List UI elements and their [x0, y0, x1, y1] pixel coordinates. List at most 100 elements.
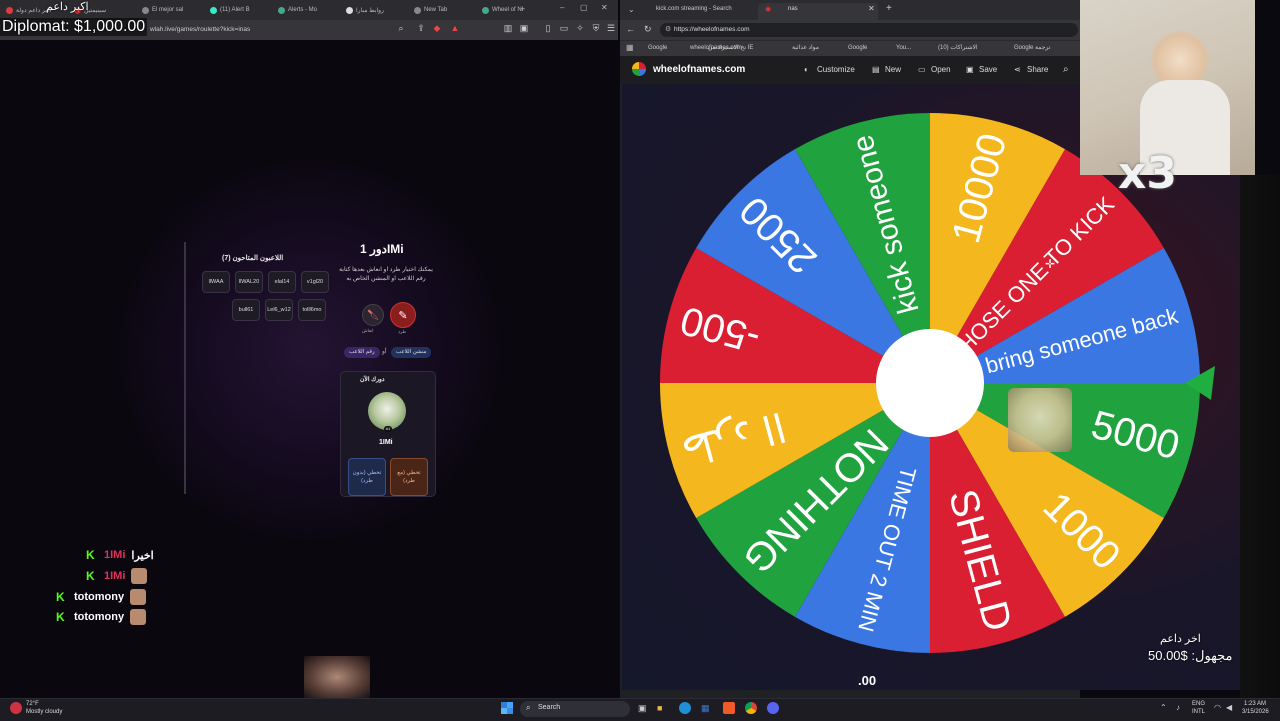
save-icon[interactable]: ▣ [966, 56, 974, 84]
back-icon[interactable]: ← [626, 24, 635, 34]
volume-icon[interactable]: ◀ [1226, 703, 1232, 712]
player-chip[interactable]: elal14 [268, 271, 296, 293]
new-tab-button[interactable]: + [520, 4, 525, 14]
bottom-amount: .00 [858, 673, 877, 688]
left-tab-2[interactable]: El mejor sal [136, 0, 204, 20]
right-tab-2[interactable] [758, 3, 878, 20]
player-number-pill[interactable]: رقم اللاعب [344, 347, 380, 358]
apps-icon[interactable]: ▦ [626, 43, 634, 52]
start-icon[interactable] [501, 702, 513, 714]
bookmark-item[interactable]: مواد غذائية [792, 40, 819, 56]
chat-username[interactable]: 1IMi [104, 549, 125, 561]
bookmark-item[interactable]: Google [648, 40, 667, 56]
taskbar-search-label: Search [538, 704, 561, 711]
store-icon[interactable]: ▦ [701, 703, 710, 714]
baby-sticker-overlay [1008, 388, 1072, 452]
tray-mic-icon[interactable]: ♪ [1176, 703, 1180, 712]
open-button[interactable]: Open [931, 56, 951, 84]
right-tab-2-icon: ◉ [765, 6, 772, 13]
last-donation-title: اخر داعم [1160, 633, 1201, 645]
customize-icon[interactable]: ◐ [804, 56, 809, 84]
chat-username[interactable]: totomony [74, 611, 124, 623]
menu-icon[interactable]: ☰ [606, 23, 616, 33]
right-new-tab-button[interactable]: + [886, 3, 892, 14]
tray-chevron-icon[interactable]: ⌃ [1160, 703, 1167, 712]
weather-temp: 72°F [26, 701, 39, 707]
site-info-icon[interactable]: ⚙ [665, 25, 671, 33]
windows-taskbar: 72°F Mostly cloudy ⌕ Search ▣ ■ ▦ ⌃ ♪ EN… [0, 698, 1280, 721]
wifi-icon[interactable]: ◠ [1214, 703, 1221, 712]
sidebar-toggle-icon[interactable]: ▥ [503, 23, 513, 33]
tab-list-icon[interactable]: ⌄ [628, 5, 635, 14]
player-mention-pill[interactable]: منشن اللاعب [391, 347, 432, 358]
player-chip[interactable]: v1gl20 [301, 271, 329, 293]
bookmark-icon[interactable]: ▭ [559, 23, 569, 33]
new-icon[interactable]: ▤ [872, 56, 880, 84]
player-chip[interactable]: tolll6mo [298, 299, 326, 321]
customize-button[interactable]: Customize [817, 56, 855, 84]
bookmark-item[interactable]: Google [848, 40, 867, 56]
bookmark-item[interactable]: تخ الاستيراد من IE [708, 40, 753, 56]
share-icon[interactable]: ⋖ [1014, 56, 1021, 84]
file-explorer-icon[interactable]: ■ [657, 703, 662, 713]
wallet-icon[interactable]: ▣ [519, 23, 529, 33]
vpn-icon[interactable]: ⛨ [591, 23, 601, 33]
task-view-icon[interactable]: ▣ [638, 703, 647, 714]
chat-emote-avatar [130, 609, 147, 625]
player-chip[interactable]: llWAL20 [235, 271, 263, 293]
brave-icon[interactable] [723, 702, 735, 714]
left-tab-7[interactable]: Wheel of N [476, 0, 544, 20]
lang-line-2[interactable]: INTL [1192, 709, 1205, 715]
chat-username[interactable]: totomony [74, 591, 124, 603]
skip-without-kick-button[interactable]: تخطي (بدون طرد) [348, 458, 386, 496]
left-tab-3[interactable]: (11) Alert B [204, 0, 272, 20]
left-tab-4[interactable]: Alerts - Mo [272, 0, 340, 20]
search-icon[interactable]: ⌕ [1063, 64, 1069, 75]
brave-shield-icon[interactable]: ◆ [432, 23, 442, 33]
extensions-icon[interactable]: ✧ [575, 23, 585, 33]
player-chip[interactable]: Lel6_w12 [265, 299, 293, 321]
left-tab-6[interactable]: New Tab [408, 0, 476, 20]
bookmark-item[interactable]: You... [896, 40, 911, 56]
players-row-1: llWAA llWAL20 elal14 v1gl20 [202, 271, 329, 293]
zoom-icon[interactable]: ⌕ [396, 23, 406, 33]
site-name[interactable]: wheelofnames.com [653, 64, 745, 75]
left-tab-label: Wheel of N [492, 7, 522, 13]
rewards-icon[interactable]: ▲ [450, 23, 460, 33]
right-tab-close-icon[interactable]: ✕ [868, 4, 875, 13]
wheel-center-button[interactable] [876, 329, 984, 437]
left-tab-5[interactable]: روابط مبارا [340, 0, 408, 20]
skip-with-kick-button[interactable]: تخطي (مع طرد) [390, 458, 428, 496]
lang-line-1[interactable]: ENG [1192, 701, 1205, 707]
minimize-icon[interactable]: – [560, 3, 564, 12]
maximize-icon[interactable]: ▢ [580, 3, 588, 12]
close-icon[interactable]: ✕ [601, 3, 608, 12]
chrome-icon[interactable] [745, 702, 757, 714]
bookmark-item[interactable]: (10) الاشتراكات [938, 40, 978, 56]
player-chip[interactable]: llWAA [202, 271, 230, 293]
player-chip[interactable]: bull61 [232, 299, 260, 321]
overlay-top-supporter: اكبر داعم [46, 1, 89, 13]
left-url-text[interactable]: wlah.live/games/roulette?kick=inas [150, 20, 250, 40]
save-button[interactable]: Save [979, 56, 997, 84]
weather-icon[interactable] [10, 702, 22, 714]
clock-date[interactable]: 3/15/2026 [1242, 709, 1269, 715]
share-button[interactable]: Share [1027, 56, 1048, 84]
clock-time[interactable]: 1:23 AM [1244, 701, 1266, 707]
players-row-2: bull61 Lel6_w12 tolll6mo [232, 299, 326, 321]
taskbar-search-box[interactable] [520, 701, 630, 717]
reload-icon[interactable]: ↻ [644, 24, 652, 35]
revive-action-button[interactable]: 🔪︎ [362, 304, 384, 326]
tab-favicon-icon [414, 6, 421, 14]
tab-panel-icon[interactable]: ▯ [543, 23, 553, 33]
chat-username[interactable]: 1IMi [104, 570, 125, 582]
open-icon[interactable]: ▭ [918, 56, 926, 84]
edge-icon[interactable] [679, 702, 691, 714]
share-icon[interactable]: ⇪ [416, 23, 426, 33]
bookmark-item[interactable]: Google ترجمة [1014, 40, 1050, 56]
right-url-text[interactable]: https://wheelofnames.com [674, 26, 750, 33]
new-button[interactable]: New [885, 56, 901, 84]
discord-icon[interactable] [767, 702, 779, 714]
kick-action-button[interactable]: ✎ [390, 302, 416, 328]
cursor-icon: ✛ [1045, 257, 1055, 271]
